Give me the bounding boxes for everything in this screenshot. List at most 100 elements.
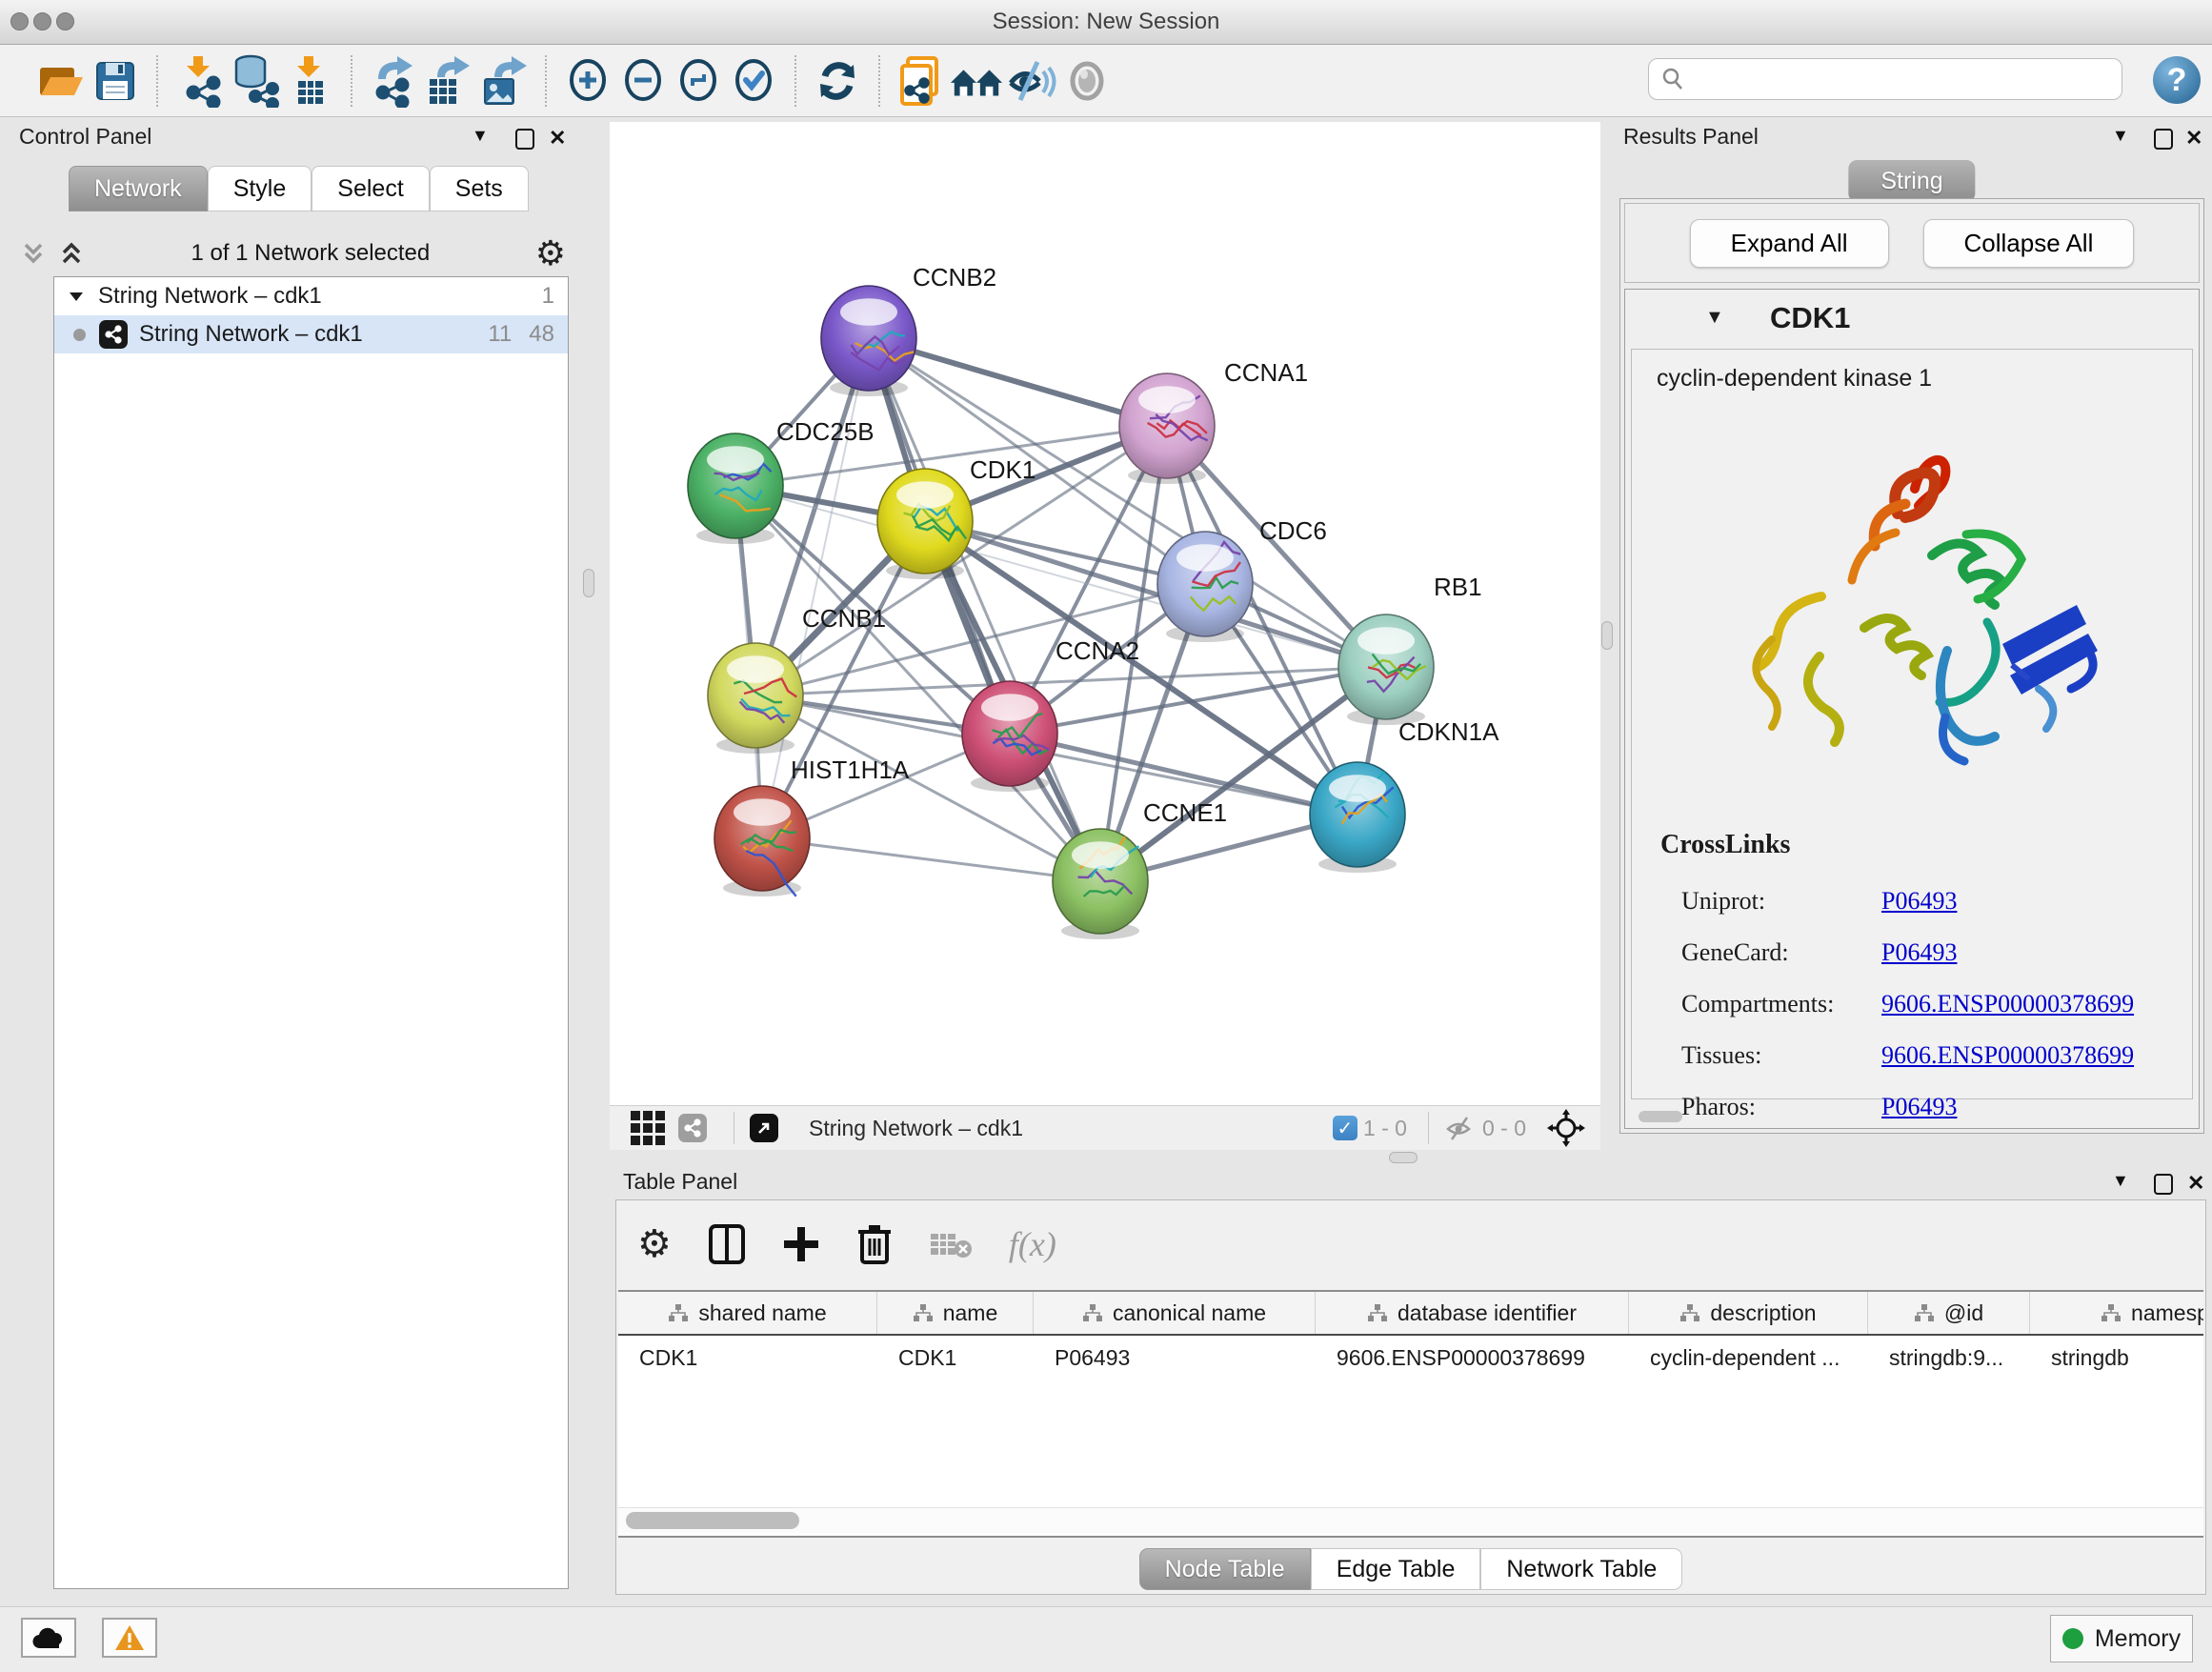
delete-column-icon[interactable] xyxy=(856,1222,893,1266)
panel-menu-icon[interactable]: ▼ xyxy=(472,126,489,146)
network-node-CCNA2[interactable] xyxy=(962,681,1057,792)
string-import-button[interactable] xyxy=(894,53,949,109)
protein-structure-image[interactable] xyxy=(1707,401,2117,811)
column-header-shared-name[interactable]: shared name xyxy=(618,1292,877,1334)
network-node-CDC25B[interactable] xyxy=(688,433,783,544)
table-cell[interactable]: 9606.ENSP00000378699 xyxy=(1316,1336,1629,1380)
network-node-CCNA1[interactable] xyxy=(1119,373,1215,484)
network-node-CCNB1[interactable] xyxy=(708,643,803,754)
import-network-from-file-button[interactable] xyxy=(171,53,227,109)
float-panel-icon[interactable] xyxy=(2154,129,2173,150)
search-input[interactable] xyxy=(1693,66,2122,92)
refresh-view-button[interactable] xyxy=(810,53,865,109)
crosslink-link[interactable]: P06493 xyxy=(1881,1093,1957,1121)
network-canvas[interactable]: CCNB2CCNA1CDC25BCDK1CDC6RB1CCNB1CCNA2CDK… xyxy=(610,122,1600,1105)
help-button[interactable]: ? xyxy=(2153,56,2201,104)
import-table-from-file-button[interactable] xyxy=(282,53,337,109)
tab-select[interactable]: Select xyxy=(312,166,429,212)
tree-expand-icon[interactable] xyxy=(68,288,85,305)
crosslink-link[interactable]: 9606.ENSP00000378699 xyxy=(1881,990,2134,1018)
hidden-eye-icon[interactable] xyxy=(1444,1114,1477,1142)
tab-network[interactable]: Network xyxy=(69,166,208,212)
birds-eye-view-icon[interactable] xyxy=(631,1111,665,1145)
bottom-splitter-grip[interactable] xyxy=(1389,1152,1418,1163)
function-builder-icon[interactable]: f(x) xyxy=(1009,1224,1056,1264)
column-header-canonical-name[interactable]: canonical name xyxy=(1034,1292,1316,1334)
close-panel-icon[interactable]: ✕ xyxy=(2185,126,2202,151)
table-horizontal-scrollbar[interactable] xyxy=(618,1507,2203,1533)
delete-table-icon[interactable] xyxy=(929,1228,973,1260)
table-cell[interactable]: CDK1 xyxy=(618,1336,877,1380)
network-collection-row[interactable]: String Network – cdk1 1 xyxy=(54,277,568,315)
close-panel-icon[interactable]: ✕ xyxy=(2187,1171,2204,1196)
expand-all-button[interactable]: Expand All xyxy=(1690,219,1889,268)
collapse-all-button[interactable]: Collapse All xyxy=(1923,219,2135,268)
network-node-CCNE1[interactable] xyxy=(1053,829,1148,939)
panel-menu-icon[interactable]: ▼ xyxy=(2112,126,2129,146)
column-header-namespace[interactable]: namespace xyxy=(2030,1292,2203,1334)
cloud-button[interactable] xyxy=(21,1618,76,1658)
column-header-name[interactable]: name xyxy=(877,1292,1034,1334)
tab-edge-table[interactable]: Edge Table xyxy=(1311,1548,1481,1590)
table-cell[interactable]: stringdb xyxy=(2030,1336,2203,1380)
crosslink-link[interactable]: P06493 xyxy=(1881,887,1957,916)
tab-node-table[interactable]: Node Table xyxy=(1139,1548,1311,1590)
tab-string[interactable]: String xyxy=(1848,160,1975,202)
network-edge[interactable] xyxy=(762,838,1100,881)
open-in-window-icon[interactable] xyxy=(750,1114,778,1142)
network-edge[interactable] xyxy=(1010,667,1386,734)
crosslink-link[interactable]: 9606.ENSP00000378699 xyxy=(1881,1041,2134,1070)
show-structures-button[interactable] xyxy=(1059,53,1115,109)
selected-nodes-checkbox[interactable]: ✓ xyxy=(1333,1116,1357,1140)
export-image-button[interactable] xyxy=(476,53,532,109)
zoom-out-button[interactable] xyxy=(615,53,671,109)
network-node-CDKN1A[interactable] xyxy=(1310,762,1405,873)
table-cell[interactable]: stringdb:9... xyxy=(1868,1336,2030,1380)
move-crosshair-icon[interactable] xyxy=(1547,1109,1585,1147)
collapse-all-icon[interactable] xyxy=(57,239,86,268)
network-row[interactable]: String Network – cdk1 11 48 xyxy=(54,315,568,353)
network-node-HIST1H1A[interactable] xyxy=(714,786,810,896)
search-field[interactable] xyxy=(1648,58,2122,100)
tab-style[interactable]: Style xyxy=(208,166,312,212)
export-network-button[interactable] xyxy=(366,53,421,109)
table-cell[interactable]: CDK1 xyxy=(877,1336,1034,1380)
open-session-button[interactable] xyxy=(32,53,88,109)
close-panel-icon[interactable]: ✕ xyxy=(549,126,566,151)
string-home-button[interactable] xyxy=(949,53,1004,109)
import-network-from-database-button[interactable] xyxy=(227,53,282,109)
table-row[interactable]: CDK1CDK1P064939606.ENSP00000378699cyclin… xyxy=(618,1336,2203,1380)
column-header-description[interactable]: description xyxy=(1629,1292,1868,1334)
zoom-in-button[interactable] xyxy=(560,53,615,109)
expand-all-icon[interactable] xyxy=(19,239,48,268)
hide-glyphs-button[interactable] xyxy=(1004,53,1059,109)
network-node-RB1[interactable] xyxy=(1338,614,1434,725)
results-scrollbar-thumb[interactable] xyxy=(1639,1111,1682,1122)
string-overlay-icon[interactable] xyxy=(678,1114,707,1142)
tab-network-table[interactable]: Network Table xyxy=(1480,1548,1682,1590)
crosslink-link[interactable]: P06493 xyxy=(1881,938,1957,967)
column-header-@id[interactable]: @id xyxy=(1868,1292,2030,1334)
panel-menu-icon[interactable]: ▼ xyxy=(2112,1171,2129,1191)
memory-button[interactable]: Memory xyxy=(2050,1615,2193,1662)
table-cell[interactable]: P06493 xyxy=(1034,1336,1316,1380)
network-node-CCNB2[interactable] xyxy=(821,286,916,396)
collapse-gene-icon[interactable]: ▼ xyxy=(1705,307,1724,329)
network-graph[interactable]: CCNB2CCNA1CDC25BCDK1CDC6RB1CCNB1CCNA2CDK… xyxy=(610,122,1600,1105)
table-settings-icon[interactable]: ⚙ xyxy=(637,1225,672,1263)
gear-icon[interactable]: ⚙ xyxy=(535,236,566,271)
table-cell[interactable]: cyclin-dependent ... xyxy=(1629,1336,1868,1380)
save-session-button[interactable] xyxy=(88,53,143,109)
left-splitter-grip[interactable] xyxy=(583,569,594,597)
float-panel-icon[interactable] xyxy=(2154,1174,2173,1195)
fit-content-button[interactable] xyxy=(671,53,726,109)
add-column-icon[interactable] xyxy=(782,1223,820,1265)
zoom-selected-button[interactable] xyxy=(726,53,781,109)
network-edge[interactable] xyxy=(869,338,1100,881)
tab-sets[interactable]: Sets xyxy=(430,166,529,212)
export-table-button[interactable] xyxy=(421,53,476,109)
float-panel-icon[interactable] xyxy=(515,129,534,150)
show-columns-icon[interactable] xyxy=(708,1223,746,1265)
scrollbar-thumb[interactable] xyxy=(626,1512,799,1529)
warnings-button[interactable] xyxy=(102,1618,157,1658)
